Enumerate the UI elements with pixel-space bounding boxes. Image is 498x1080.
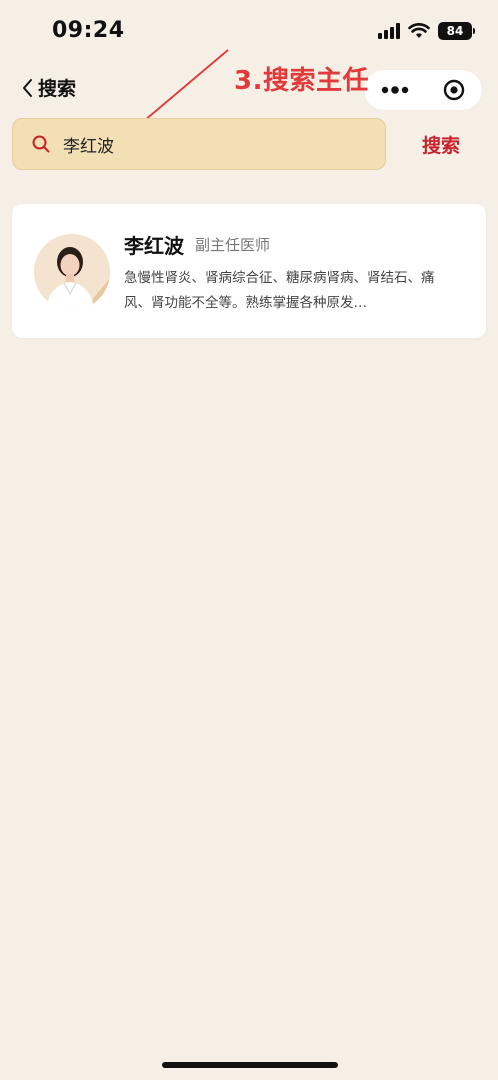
doctor-result-card[interactable]: 李红波 副主任医师 急慢性肾炎、肾病综合征、糖尿病肾病、肾结石、痛风、肾功能不全… (12, 204, 486, 338)
doctor-name: 李红波 (124, 234, 184, 258)
avatar (34, 234, 110, 310)
home-indicator (162, 1062, 338, 1068)
doctor-description: 急慢性肾炎、肾病综合征、糖尿病肾病、肾结石、痛风、肾功能不全等。熟练掌握各种原发… (124, 270, 435, 311)
search-button[interactable]: 搜索 (422, 131, 460, 158)
search-icon (31, 134, 51, 154)
search-row: 李红波 搜索 (12, 118, 486, 172)
doctor-title: 副主任医师 (195, 236, 271, 254)
annotation-label: 3.搜索主任 (234, 66, 369, 96)
search-query: 李红波 (63, 136, 114, 157)
search-input[interactable]: 李红波 (12, 118, 386, 170)
